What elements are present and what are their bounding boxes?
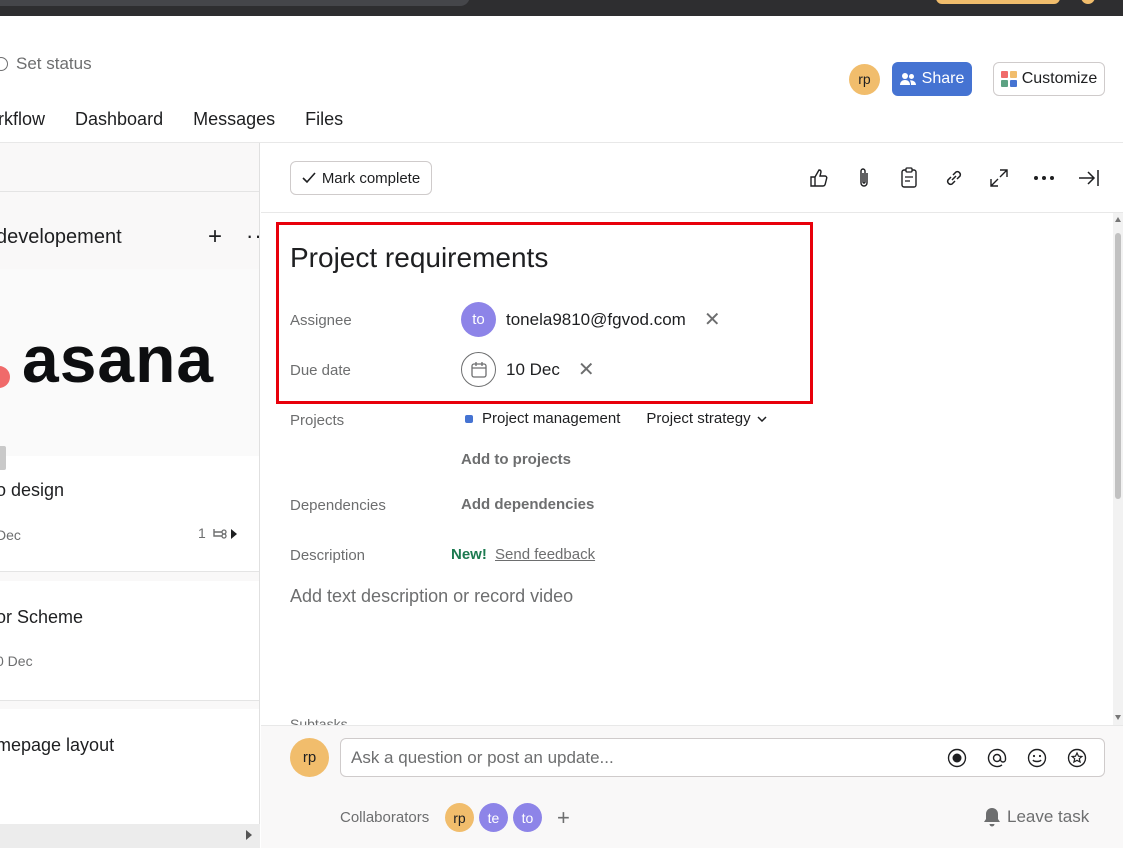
highlight-annotation bbox=[276, 222, 813, 404]
send-feedback-link[interactable]: Send feedback bbox=[495, 546, 595, 563]
scroll-up-icon[interactable] bbox=[1115, 217, 1121, 222]
new-badge: New! bbox=[451, 546, 487, 563]
projects-label: Projects bbox=[290, 412, 345, 429]
share-button[interactable]: Share bbox=[892, 62, 972, 96]
comment-input[interactable] bbox=[351, 747, 911, 769]
check-icon bbox=[302, 172, 316, 184]
upgrade-button[interactable] bbox=[936, 0, 1060, 4]
scrollbar-thumb[interactable] bbox=[1115, 233, 1121, 499]
task-card[interactable]: mepage layout bbox=[0, 709, 259, 827]
collaborator-avatar[interactable]: rp bbox=[445, 803, 474, 832]
collaborator-avatar[interactable]: to bbox=[513, 803, 542, 832]
toolbar-divider bbox=[261, 212, 1123, 213]
add-dependencies-button[interactable]: Add dependencies bbox=[461, 496, 594, 513]
current-user-avatar: rp bbox=[290, 738, 329, 777]
mention-icon[interactable] bbox=[986, 747, 1008, 769]
help-icon[interactable] bbox=[1081, 0, 1095, 4]
mark-complete-button[interactable]: Mark complete bbox=[290, 161, 432, 195]
add-collaborator-plus-icon[interactable]: + bbox=[557, 805, 570, 831]
subtask-count[interactable]: 1 bbox=[198, 525, 238, 541]
column-title[interactable]: developement bbox=[0, 226, 122, 249]
mark-complete-label: Mark complete bbox=[321, 169, 421, 187]
add-to-projects-button[interactable]: Add to projects bbox=[461, 451, 571, 468]
attachment-icon[interactable] bbox=[851, 165, 877, 191]
expand-icon[interactable] bbox=[986, 165, 1012, 191]
card-title: o design bbox=[0, 480, 65, 500]
subtask-count-value: 1 bbox=[198, 525, 206, 541]
like-icon[interactable] bbox=[806, 165, 832, 191]
top-bar bbox=[0, 0, 1123, 16]
card-due-date: 0 Dec bbox=[0, 653, 33, 669]
project-color-icon bbox=[465, 414, 473, 423]
description-input[interactable]: Add text description or record video bbox=[290, 586, 573, 607]
collaborator-list: rp te to + bbox=[445, 803, 570, 832]
bell-icon bbox=[984, 808, 1000, 827]
people-icon bbox=[899, 73, 916, 85]
collaborators-label: Collaborators bbox=[340, 809, 430, 826]
column-more-icon[interactable]: ··· bbox=[246, 223, 259, 249]
task-card[interactable]: asana o design Dec 1 bbox=[0, 269, 259, 572]
subtask-add-icon[interactable] bbox=[896, 165, 922, 191]
set-status-button[interactable]: Set status bbox=[0, 54, 92, 74]
card-title: mepage layout bbox=[0, 735, 115, 755]
customize-icon bbox=[1000, 71, 1017, 87]
project-section-label: Project strategy bbox=[646, 410, 751, 427]
project-tabs: orkflow Dashboard Messages Files bbox=[0, 109, 343, 130]
dependencies-label: Dependencies bbox=[290, 497, 386, 514]
card-cover-image: asana bbox=[0, 269, 259, 456]
scroll-down-icon[interactable] bbox=[1115, 715, 1121, 720]
card-title: or Scheme bbox=[0, 607, 84, 627]
column-divider bbox=[0, 191, 259, 192]
customize-label: Customize bbox=[1021, 70, 1098, 87]
collaborator-avatar[interactable]: te bbox=[479, 803, 508, 832]
set-status-label: Set status bbox=[16, 54, 92, 73]
leave-task-button[interactable]: Leave task bbox=[983, 807, 1089, 827]
project-section-dropdown[interactable]: Project strategy bbox=[646, 410, 767, 427]
card-tag bbox=[0, 446, 6, 470]
record-icon[interactable] bbox=[946, 747, 968, 769]
more-options-icon[interactable] bbox=[1031, 165, 1057, 191]
scroll-right-icon[interactable] bbox=[246, 830, 252, 840]
tab-files[interactable]: Files bbox=[305, 109, 343, 130]
task-toolbar bbox=[806, 165, 1121, 191]
chevron-down-icon bbox=[757, 415, 767, 422]
global-search-bar[interactable] bbox=[0, 0, 470, 6]
status-circle-icon bbox=[0, 57, 8, 71]
share-label: Share bbox=[921, 70, 965, 87]
description-label: Description bbox=[290, 547, 366, 564]
tab-dashboard[interactable]: Dashboard bbox=[75, 109, 163, 130]
asana-logo-dot-icon bbox=[0, 366, 10, 388]
star-icon[interactable] bbox=[1066, 747, 1088, 769]
task-card[interactable]: or Scheme 0 Dec bbox=[0, 581, 259, 701]
add-task-plus-icon[interactable]: + bbox=[208, 223, 222, 251]
header-actions: rp Share Customize bbox=[849, 62, 1105, 96]
close-pane-icon[interactable] bbox=[1076, 165, 1102, 191]
link-icon[interactable] bbox=[941, 165, 967, 191]
comment-box[interactable] bbox=[340, 738, 1105, 777]
customize-button[interactable]: Customize bbox=[993, 62, 1105, 96]
subtask-icon bbox=[212, 529, 237, 540]
tab-messages[interactable]: Messages bbox=[193, 109, 275, 130]
board-column: developement + ··· asana o design Dec 1 … bbox=[0, 143, 260, 848]
horizontal-scrollbar[interactable] bbox=[0, 824, 260, 848]
emoji-icon[interactable] bbox=[1026, 747, 1048, 769]
leave-task-label: Leave task bbox=[1007, 807, 1090, 826]
vertical-scrollbar[interactable] bbox=[1113, 213, 1123, 725]
comment-tools bbox=[946, 747, 1088, 769]
projects-field: Project management Project strategy bbox=[465, 410, 767, 427]
tab-workflow[interactable]: orkflow bbox=[0, 109, 45, 130]
project-name[interactable]: Project management bbox=[482, 410, 620, 427]
owner-avatar[interactable]: rp bbox=[849, 63, 880, 95]
card-due-date: Dec bbox=[0, 527, 21, 543]
asana-wordmark: asana bbox=[22, 322, 215, 396]
